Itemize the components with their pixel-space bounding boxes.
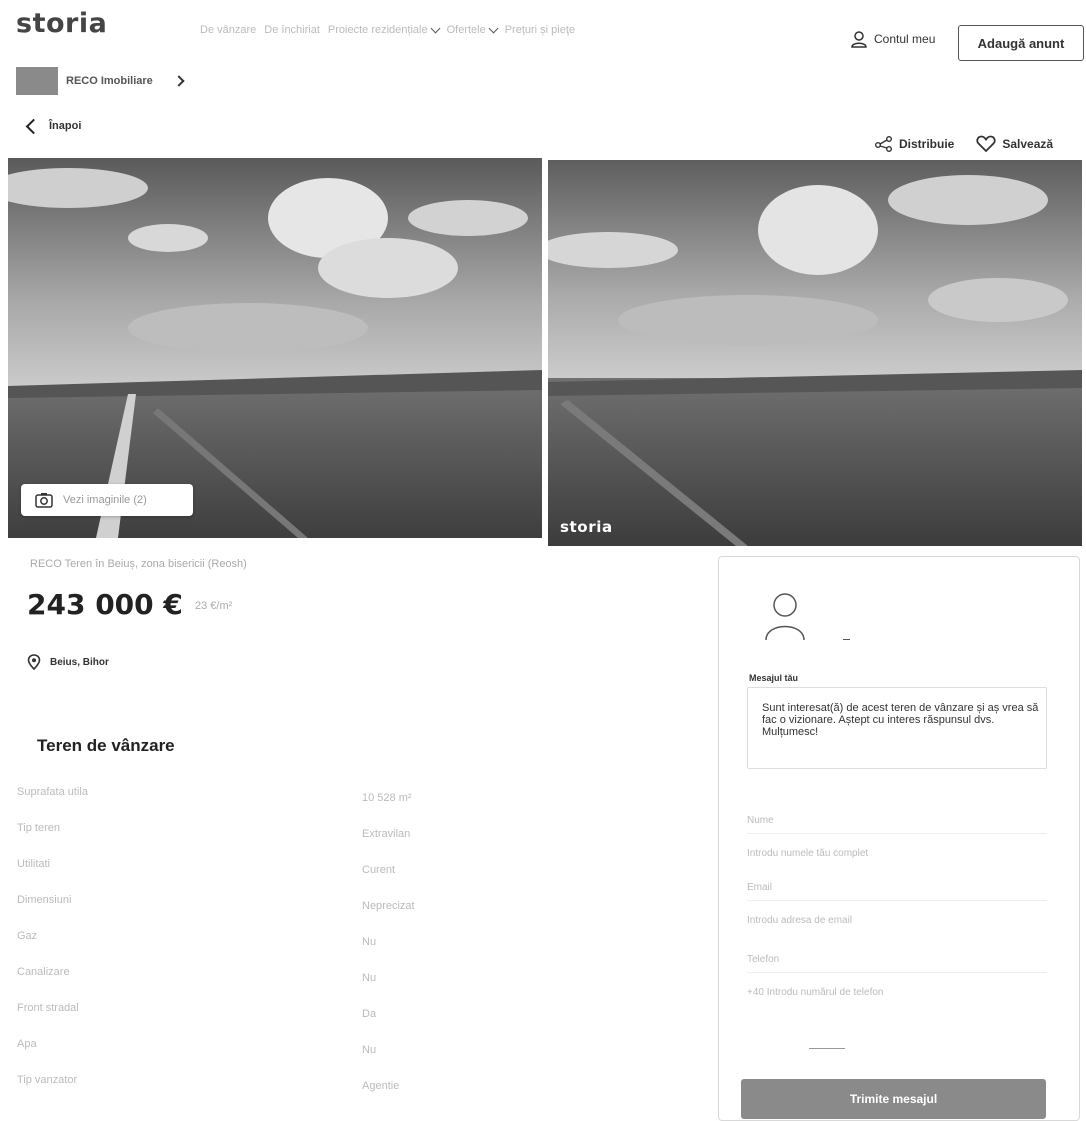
detail-row: Tip teren Extravilan <box>17 818 557 854</box>
storia-watermark: storia <box>560 518 613 536</box>
agency-name: RECO Imobiliare <box>66 75 153 87</box>
nav-item-sale[interactable]: De vânzare <box>200 24 256 36</box>
add-ad-button[interactable]: Adaugă anunt <box>958 25 1084 61</box>
detail-label: Canalizare <box>17 966 70 978</box>
see-images-button[interactable]: Vezi imaginile (2) <box>21 484 193 516</box>
detail-label: Tip teren <box>17 822 61 834</box>
detail-value: Nu <box>362 936 377 948</box>
detail-row: Gaz Nu <box>17 926 557 962</box>
detail-value: 10 528 m² <box>362 792 412 804</box>
detail-row: Suprafata utila 10 528 m² <box>17 782 557 818</box>
avatar-icon <box>765 593 805 641</box>
nav-item-rent[interactable]: De închiriat <box>264 24 320 36</box>
message-label: Mesajul tău <box>749 673 799 683</box>
detail-value: Extravilan <box>362 828 411 840</box>
main-photo[interactable] <box>8 158 542 538</box>
detail-label: Suprafata utila <box>17 786 88 798</box>
share-icon <box>875 136 892 152</box>
detail-row: Utilitati Curent <box>17 854 557 890</box>
back-label: Înapoi <box>49 120 82 132</box>
detail-row: Tip vanzator Agentie <box>17 1070 557 1106</box>
nav-item-projects[interactable]: Proiecte rezidențiale <box>327 23 441 36</box>
location-label: Beius, Bihor <box>50 656 109 668</box>
see-images-label: Vezi imaginile (2) <box>63 494 147 506</box>
listing-actions: Distribuie Salvează <box>875 135 1053 153</box>
detail-label: Dimensiuni <box>17 894 72 906</box>
nav-item-label: Proiecte rezidențiale <box>327 24 428 36</box>
detail-value: Agentie <box>362 1080 400 1092</box>
detail-label: Gaz <box>17 930 38 942</box>
contact-card: Mesajul tău Sunt interesat(ă) de acest t… <box>718 556 1080 1121</box>
agency-link[interactable]: RECO Imobiliare <box>16 67 185 95</box>
chevron-down-icon <box>430 23 441 33</box>
nav-item-offers[interactable]: Ofertele <box>446 23 499 36</box>
detail-row: Canalizare Nu <box>17 962 557 998</box>
chevron-down-icon <box>488 23 499 33</box>
landscape-photo <box>8 158 542 538</box>
detail-label: Apa <box>17 1038 37 1050</box>
nav-item-label: De închiriat <box>264 24 320 36</box>
nav-item-prices[interactable]: Prețuri și pieţe <box>505 24 575 36</box>
heart-icon <box>976 135 996 153</box>
detail-label: Tip vanzator <box>17 1074 78 1086</box>
nav-item-label: Prețuri și pieţe <box>504 24 576 36</box>
divider <box>843 639 850 640</box>
detail-label: Utilitati <box>17 858 51 870</box>
divider <box>809 1048 845 1049</box>
price-per-sqm: 23 €/m² <box>195 600 233 612</box>
nav-item-label: De vânzare <box>200 24 257 36</box>
secondary-photo[interactable] <box>548 160 1082 546</box>
chevron-right-icon <box>173 75 185 87</box>
landscape-photo <box>548 160 1082 546</box>
account-link[interactable]: Contul meu <box>850 30 935 48</box>
detail-row: Front stradal Da <box>17 998 557 1034</box>
send-message-button[interactable]: Trimite mesajul <box>741 1079 1046 1119</box>
detail-value: Nu <box>362 972 377 984</box>
detail-value: Curent <box>362 864 396 876</box>
save-label: Salvează <box>1002 137 1054 151</box>
detail-value: Da <box>362 1008 377 1020</box>
detail-value: Nu <box>362 1044 377 1056</box>
detail-row: Apa Nu <box>17 1034 557 1070</box>
nav-item-label: Ofertele <box>446 24 486 36</box>
chevron-left-icon <box>25 118 42 134</box>
site-header: storia De vânzare De închiriat Proiecte … <box>0 0 1086 62</box>
detail-value: Neprecizat <box>362 900 415 912</box>
email-label: Email <box>747 882 773 893</box>
save-button[interactable]: Salvează <box>976 135 1053 153</box>
storia-logo[interactable]: storia <box>16 8 107 39</box>
user-icon <box>851 31 867 48</box>
section-title: Teren de vânzare <box>37 736 175 755</box>
details-table: Suprafata utila 10 528 m² Tip teren Extrav… <box>17 782 557 1106</box>
share-label: Distribuie <box>899 137 955 151</box>
main-nav: De vânzare De închiriat Proiecte reziden… <box>200 23 575 36</box>
phone-input[interactable]: +40 Introdu numărul de telefon <box>747 972 1047 1002</box>
listing-title: RECO Teren în Beiuș, zona bisericii (Reo… <box>30 558 247 570</box>
camera-icon <box>35 493 53 508</box>
share-button[interactable]: Distribuie <box>875 135 954 153</box>
detail-row: Dimensiuni Neprecizat <box>17 890 557 926</box>
back-link[interactable]: Înapoi <box>25 118 82 134</box>
agency-logo <box>16 67 58 95</box>
email-input[interactable]: Introdu adresa de email <box>747 900 1047 930</box>
name-label: Nume <box>747 815 774 826</box>
location[interactable]: Beius, Bihor <box>26 654 109 670</box>
name-input[interactable]: Introdu numele tău complet <box>747 833 1047 863</box>
phone-label: Telefon <box>747 954 780 965</box>
location-pin-icon <box>27 654 41 670</box>
detail-label: Front stradal <box>17 1002 79 1014</box>
message-text: Sunt interesat(ă) de acest teren de vânz… <box>762 702 1039 738</box>
price: 243 000 € <box>27 588 183 621</box>
account-label: Contul meu <box>874 32 936 46</box>
